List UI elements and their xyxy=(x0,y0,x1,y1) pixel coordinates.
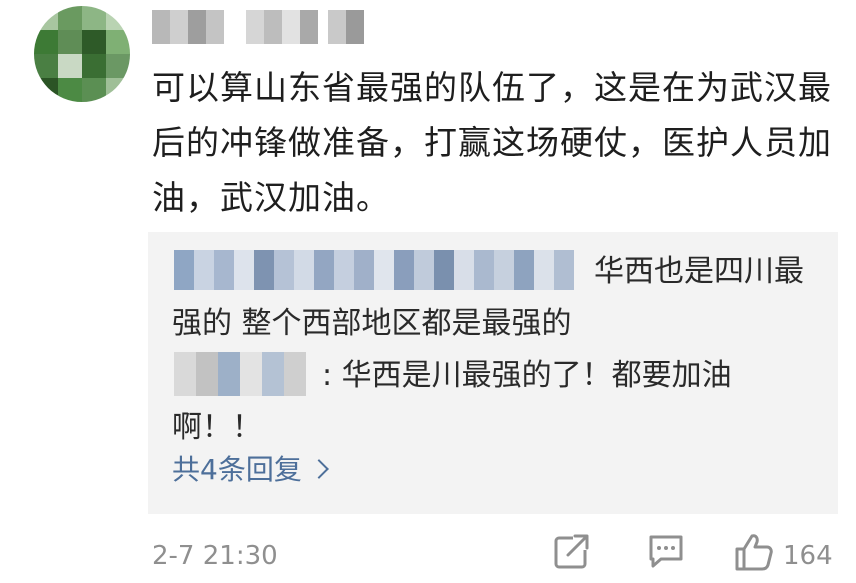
comment-icon[interactable] xyxy=(647,532,685,570)
username-redacted[interactable] xyxy=(152,10,364,44)
more-replies-label: 共4条回复 xyxy=(172,453,302,486)
view-more-replies-link[interactable]: 共4条回复 xyxy=(172,450,329,490)
chevron-right-icon xyxy=(308,459,329,479)
reply-text: 华西也是四川最强的 整个西部地区都是最强的 xyxy=(172,254,804,341)
reply-item: : 华西是川最强的了！都要加油啊！！ xyxy=(172,350,812,454)
like-count: 164 xyxy=(783,541,833,571)
avatar[interactable] xyxy=(34,6,130,102)
share-icon[interactable] xyxy=(553,532,591,570)
timestamp: 2-7 21:30 xyxy=(152,541,278,571)
reply-text: : 华西是川最强的了！都要加油啊！！ xyxy=(172,358,732,445)
thumbs-up-icon[interactable] xyxy=(734,532,774,572)
comment-text: 可以算山东省最强的队伍了，这是在为武汉最后的冲锋做准备，打赢这场硬仗，医护人员加… xyxy=(152,68,832,217)
reply-box[interactable]: 华西也是四川最强的 整个西部地区都是最强的 : 华西是川最强的了！都要加油啊！！… xyxy=(148,232,838,514)
reply-item: 华西也是四川最强的 整个西部地区都是最强的 xyxy=(172,246,812,350)
